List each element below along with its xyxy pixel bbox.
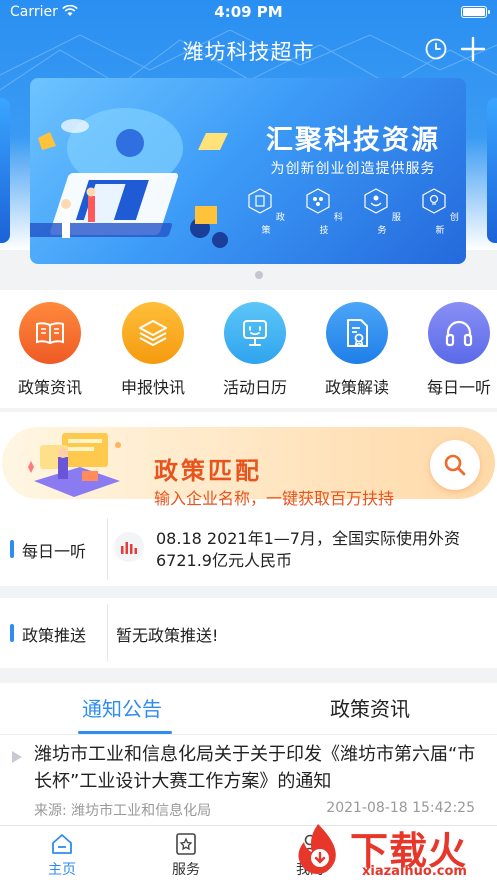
tab-active-indicator	[78, 731, 172, 734]
tabbar-home[interactable]: 主页	[22, 832, 102, 879]
banner-next-peek[interactable]	[487, 98, 497, 243]
search-icon	[444, 454, 466, 476]
feature-policy: 政策	[246, 188, 286, 236]
quick-entry-icon-bg	[19, 302, 81, 364]
headphones-icon	[445, 320, 473, 347]
news-title: 潍坊市工业和信息化局关于关于印发《潍坊市第六届“市长杯”工业设计大赛工作方案》的…	[34, 744, 476, 792]
quick-entry-label: 活动日历	[222, 378, 287, 397]
quick-entry-declaration[interactable]: 申报快讯	[103, 302, 203, 398]
policy-match-subtitle: 输入企业名称，一键获取百万扶持	[154, 489, 395, 508]
status-bar: Carrier 4:09 PM	[0, 0, 497, 26]
feature-label: 创新	[435, 213, 459, 236]
quick-entry-icon-bg	[224, 302, 286, 364]
policy-push-text: 暂无政策推送!	[116, 626, 219, 645]
feature-label: 服务	[377, 213, 401, 236]
tabbar-service[interactable]: 服务	[146, 832, 226, 879]
row-divider	[107, 604, 108, 662]
watermark: 下载火 xiazaihuo.com	[290, 812, 497, 883]
presentation-board-icon	[243, 320, 267, 346]
feature-label: 科技	[319, 213, 343, 236]
service-icon	[176, 833, 196, 855]
quick-entry-policy-news[interactable]: 政策资讯	[0, 302, 100, 398]
feature-label: 政策	[261, 213, 285, 236]
quick-entry-icon-bg	[326, 302, 388, 364]
layers-icon	[139, 320, 167, 346]
banner-illustration	[30, 108, 228, 248]
banner-subtitle: 为创新创业创造提供服务	[270, 161, 436, 177]
quick-entry-grid: 政策资讯 申报快讯 活动日历 政策解读 每日一听	[0, 290, 497, 408]
feature-innovation: 创新	[420, 188, 460, 236]
history-clock-icon[interactable]	[425, 38, 447, 60]
quick-entry-daily-listen[interactable]: 每日一听	[409, 302, 497, 398]
tabbar-label: 服务	[172, 862, 200, 878]
quick-entry-label: 申报快讯	[120, 378, 185, 397]
daily-listen-text[interactable]: 08.18 2021年1—7月，全国实际使用外资6721.9亿元人民币	[156, 528, 486, 572]
row-divider	[107, 518, 108, 580]
tab-notice[interactable]: 通知公告	[82, 693, 162, 722]
banner-prev-peek[interactable]	[0, 98, 10, 243]
feature-tech: 科技	[304, 188, 344, 236]
service-hand-icon	[364, 188, 388, 214]
status-time: 4:09 PM	[214, 3, 283, 21]
policy-match-card[interactable]: 政策匹配 输入企业名称，一键获取百万扶持	[2, 427, 495, 508]
flame-logo-icon	[298, 824, 336, 874]
policy-match-search-button[interactable]	[430, 440, 480, 490]
news-tabs: 通知公告 政策资讯	[0, 683, 497, 735]
banner-title: 汇聚科技资源	[266, 125, 440, 156]
carousel-page-indicator[interactable]	[255, 271, 263, 279]
tab-policy-news[interactable]: 政策资讯	[330, 693, 410, 722]
banner-features: 政策 科技 服务 创新	[246, 188, 460, 236]
news-source: 来源: 潍坊市工业和信息化局	[34, 803, 212, 819]
feature-service: 服务	[362, 188, 402, 236]
quick-entry-label: 政策资讯	[17, 378, 82, 397]
audio-bars-icon[interactable]	[114, 532, 144, 562]
lightbulb-icon	[422, 188, 446, 214]
quick-entry-label: 每日一听	[426, 378, 491, 397]
policy-match-illustration	[28, 433, 121, 497]
play-triangle-icon	[12, 751, 22, 763]
banner-slide[interactable]: 汇聚科技资源 为创新创业创造提供服务 政策 科技 服务 创新	[30, 78, 466, 264]
policy-push-label: 政策推送	[10, 622, 86, 646]
tech-network-icon	[306, 188, 330, 214]
daily-listen-label: 每日一听	[10, 538, 86, 562]
battery-icon	[461, 6, 490, 18]
policy-match-title: 政策匹配	[154, 457, 262, 485]
quick-entry-event-calendar[interactable]: 活动日历	[205, 302, 305, 398]
quick-entry-icon-bg	[122, 302, 184, 364]
home-icon	[52, 834, 72, 854]
page-title: 潍坊科技超市	[182, 40, 315, 64]
quick-entry-icon-bg	[428, 302, 490, 364]
policy-document-icon	[248, 188, 272, 214]
watermark-url: xiazaihuo.com	[362, 864, 467, 879]
app-screen: Carrier 4:09 PM 潍坊科技超市 汇聚科技资源 为创新创业创造提供服…	[0, 0, 497, 883]
quick-entry-label: 政策解读	[324, 378, 389, 397]
policy-match-section: 政策匹配 输入企业名称，一键获取百万扶持	[0, 412, 497, 512]
document-badge-icon	[347, 319, 368, 347]
quick-entry-policy-interpretation[interactable]: 政策解读	[307, 302, 407, 398]
open-book-icon	[36, 322, 64, 345]
audio-bars-glyph	[121, 542, 137, 554]
tabbar-label: 主页	[48, 862, 76, 878]
add-plus-icon[interactable]	[460, 36, 486, 62]
